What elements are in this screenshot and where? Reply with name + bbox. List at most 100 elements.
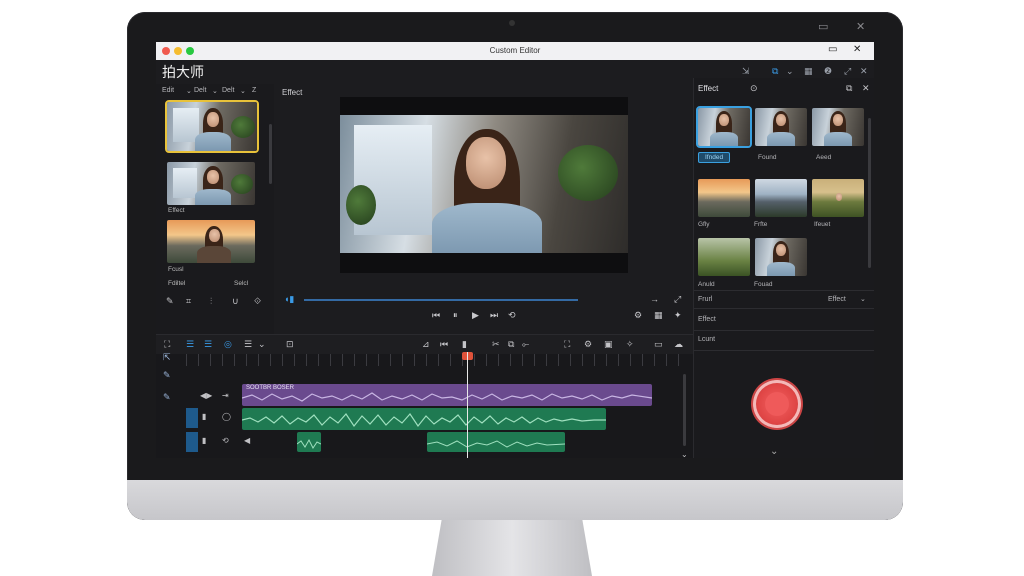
- magic-icon[interactable]: ✧: [626, 339, 634, 350]
- select-icon[interactable]: ⛶: [164, 339, 170, 350]
- media-thumb-1[interactable]: [165, 100, 259, 153]
- record-button[interactable]: [753, 380, 801, 428]
- effect-thumb-2[interactable]: [755, 108, 807, 146]
- close-panel-icon[interactable]: ✕: [862, 83, 870, 94]
- effect-row-effect-dropdown[interactable]: Effect: [828, 296, 846, 303]
- effect-label-7: Anuld: [698, 281, 715, 288]
- chevron-down-icon[interactable]: ⌄: [770, 446, 778, 457]
- lock-icon[interactable]: ⊙: [750, 83, 758, 94]
- settings-tool-icon[interactable]: ⚙: [584, 339, 592, 350]
- pointer-tool-icon[interactable]: ⇱: [163, 352, 171, 363]
- list-icon[interactable]: ☰: [186, 339, 194, 350]
- share-icon[interactable]: ⧉: [772, 66, 778, 77]
- media-thumb-2[interactable]: [167, 162, 255, 205]
- menu-z[interactable]: Z: [252, 87, 256, 94]
- close-panel-icon[interactable]: ✕: [860, 66, 868, 77]
- hide-icon[interactable]: ⧉: [846, 83, 852, 94]
- effect-thumb-3[interactable]: [812, 108, 864, 146]
- crop-tool-icon[interactable]: ⛶: [564, 339, 570, 350]
- fullscreen-icon[interactable]: ⤢: [844, 66, 851, 77]
- audio-clip-green-3[interactable]: [427, 432, 565, 452]
- cloud-icon[interactable]: ☁: [674, 339, 683, 350]
- clock-icon[interactable]: ⊡: [286, 339, 294, 350]
- frame-icon[interactable]: ▣: [604, 339, 613, 350]
- copy-icon[interactable]: ⧉: [508, 339, 514, 350]
- chevron-down-icon[interactable]: ⌄: [681, 450, 688, 458]
- chevron-down-icon[interactable]: ⌄: [258, 339, 266, 350]
- track-select-3[interactable]: [186, 432, 198, 452]
- effect-thumb-4[interactable]: [698, 179, 750, 217]
- chevron-down-icon[interactable]: ⌄: [786, 66, 794, 77]
- prev-frame-icon[interactable]: ⏮: [432, 310, 440, 321]
- effect-thumb-1[interactable]: [696, 106, 752, 148]
- audio-clip-purple[interactable]: SOOTBR BOSER: [242, 384, 652, 406]
- play-button[interactable]: ▶: [472, 310, 479, 321]
- audio-mute-icon[interactable]: ◀▶: [200, 391, 212, 400]
- media-scrollbar[interactable]: [269, 124, 272, 184]
- effect-row-frurl[interactable]: Frurl: [698, 296, 712, 303]
- magnet-icon[interactable]: ∪: [232, 296, 239, 307]
- settings-icon[interactable]: ⚙: [634, 310, 642, 321]
- help-icon[interactable]: ❷: [824, 66, 832, 77]
- chevron-down-icon: ⌄: [212, 88, 218, 95]
- timeline-scrollbar[interactable]: [683, 374, 686, 446]
- target-icon[interactable]: ◎: [224, 339, 232, 350]
- effect-thumb-8[interactable]: [755, 238, 807, 276]
- caption-icon[interactable]: ▭: [654, 339, 663, 350]
- track-icon[interactable]: ☰: [204, 339, 212, 350]
- file-icon[interactable]: ▮: [202, 412, 206, 421]
- effect-thumb-7[interactable]: [698, 238, 750, 276]
- effect-thumb-5[interactable]: [755, 179, 807, 217]
- link-icon[interactable]: ⟲: [222, 436, 229, 445]
- menu-delt-1[interactable]: Delt: [194, 87, 206, 94]
- next-frame-icon[interactable]: ⏭: [490, 310, 498, 321]
- menu-delt-2[interactable]: Delt: [222, 87, 234, 94]
- loop-icon[interactable]: ⟲: [508, 310, 516, 321]
- playback-progress[interactable]: [304, 299, 578, 301]
- export-icon[interactable]: ⇲: [742, 66, 750, 77]
- cut-icon[interactable]: ✂: [492, 339, 500, 350]
- paste-icon[interactable]: ⟜: [522, 339, 529, 350]
- pause-icon[interactable]: ⏸: [453, 310, 458, 321]
- app-logo: 拍大师: [162, 65, 204, 81]
- video-preview[interactable]: [340, 97, 628, 273]
- grid-icon[interactable]: ▦: [654, 310, 663, 321]
- transform-icon[interactable]: ⟐: [254, 296, 261, 307]
- audio-track-icon[interactable]: ⇥: [222, 391, 229, 400]
- effect-row-effect[interactable]: Effect: [698, 316, 716, 323]
- pen-icon[interactable]: ✎: [166, 296, 174, 307]
- align-icon[interactable]: ☰: [244, 339, 252, 350]
- menu-edit[interactable]: Edit: [162, 87, 174, 94]
- sliders-icon[interactable]: ⫶: [210, 296, 212, 307]
- file-icon[interactable]: ▮: [202, 436, 206, 445]
- crop-icon[interactable]: ⌗: [186, 296, 191, 307]
- time-ruler[interactable]: [186, 354, 686, 366]
- editor-app: 拍大师 ⇲ ⧉ ⌄ ▦ ❷ ⤢ ✕ Edit ⌄ Delt ⌄ Delt ⌄ Z: [156, 60, 874, 458]
- effect-label-1[interactable]: Ifnded: [698, 152, 731, 163]
- split-icon[interactable]: ⊿: [422, 339, 430, 350]
- brush-tool-icon[interactable]: ✎: [163, 392, 171, 403]
- media-thumb-3[interactable]: [167, 220, 255, 263]
- pen-tool-icon[interactable]: ✎: [163, 370, 171, 381]
- chevron-down-icon[interactable]: ⌄: [860, 295, 866, 303]
- monitor-stand: [432, 520, 592, 576]
- marker-icon[interactable]: ▮: [462, 339, 467, 350]
- arrow-left-icon[interactable]: ◀: [244, 436, 250, 445]
- layout-icon[interactable]: ▦: [804, 66, 813, 77]
- effect-thumb-6[interactable]: [812, 179, 864, 217]
- speaker-icon[interactable]: ◖▮: [284, 294, 294, 305]
- eye-icon[interactable]: ◯: [222, 412, 231, 421]
- effect-row-lcunt[interactable]: Lcunt: [698, 336, 715, 343]
- audio-clip-green-1[interactable]: [242, 408, 606, 430]
- expand-icon[interactable]: →: [650, 294, 659, 304]
- audio-clip-green-2[interactable]: [297, 432, 321, 452]
- track-select-2[interactable]: [186, 408, 198, 428]
- trim-start-icon[interactable]: ⏮: [440, 339, 448, 350]
- timeline[interactable]: ⇱ ✎ ✎ ◀▶ ⇥ SOOTBR BOSER ▮ ◯ ▮ ⟲ ◀ ⌄: [156, 352, 693, 458]
- effect-scrollbar[interactable]: [868, 118, 871, 268]
- close-button[interactable]: ✕: [853, 44, 861, 55]
- fit-icon[interactable]: ⤢: [674, 294, 681, 305]
- playhead[interactable]: [467, 352, 468, 458]
- maximize-button[interactable]: ▭: [828, 44, 837, 55]
- wand-icon[interactable]: ✦: [674, 310, 682, 321]
